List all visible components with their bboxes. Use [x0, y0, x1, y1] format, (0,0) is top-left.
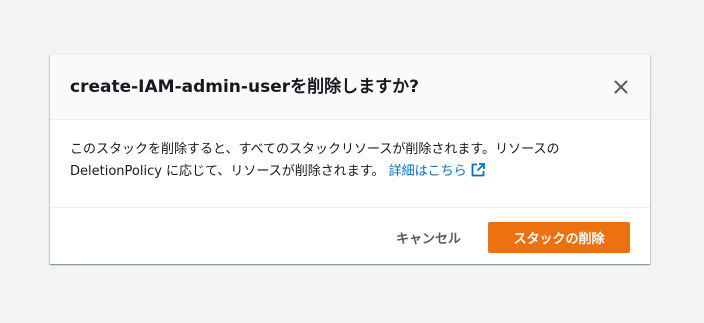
- dialog-message: このスタックを削除すると、すべてのスタックリソースが削除されます。リソースの D…: [70, 142, 560, 179]
- dialog-title: create-IAM-admin-userを削除しますか?: [70, 77, 419, 97]
- dialog-header: create-IAM-admin-userを削除しますか?: [50, 55, 650, 120]
- learn-more-link[interactable]: 詳細はこちら: [388, 163, 485, 179]
- delete-stack-dialog: create-IAM-admin-userを削除しますか? このスタックを削除す…: [50, 54, 650, 264]
- cancel-button[interactable]: キャンセル: [386, 222, 471, 252]
- close-button[interactable]: [609, 75, 633, 99]
- dialog-body: このスタックを削除すると、すべてのスタックリソースが削除されます。リソースの D…: [70, 139, 630, 185]
- learn-more-label: 詳細はこちら: [388, 164, 467, 179]
- external-link-icon: [471, 163, 485, 185]
- close-icon: [609, 80, 633, 102]
- dialog-footer: キャンセル スタックの削除: [50, 207, 650, 265]
- delete-stack-button[interactable]: スタックの削除: [488, 222, 630, 253]
